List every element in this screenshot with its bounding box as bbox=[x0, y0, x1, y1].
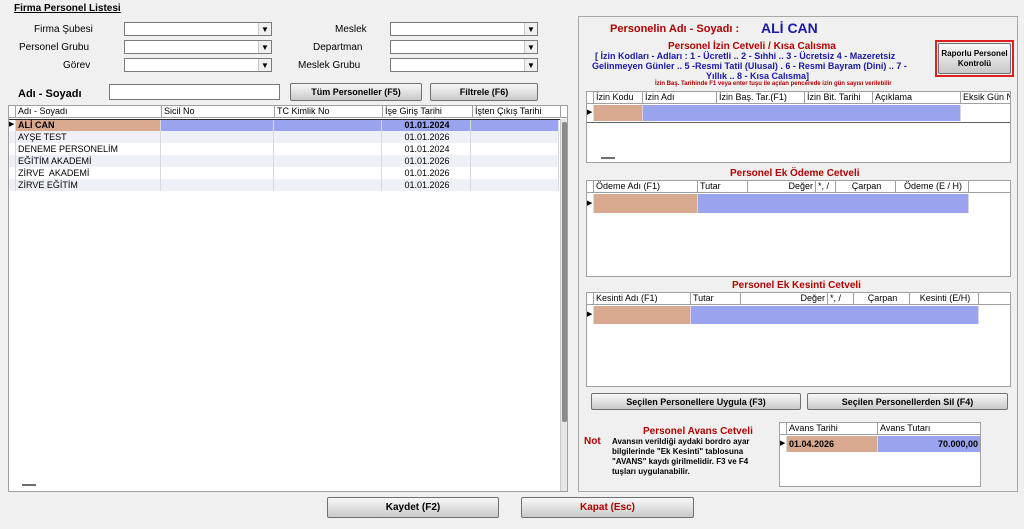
chevron-down-icon[interactable]: ▼ bbox=[258, 23, 271, 35]
odeme-title: Personel Ek Ödeme Cetveli bbox=[730, 168, 860, 179]
filter-button[interactable]: Filtrele (F6) bbox=[430, 83, 538, 101]
row-indicator-icon: ▶ bbox=[9, 119, 16, 131]
rapor-button-highlight: Raporlu Personel Kontrolü bbox=[935, 40, 1014, 77]
chevron-down-icon[interactable]: ▼ bbox=[524, 23, 537, 35]
col-header-tc[interactable]: TC Kimlik No bbox=[275, 106, 383, 117]
row-indicator-icon: ▶ bbox=[587, 306, 594, 324]
kesinti-title: Personel Ek Kesinti Cetveli bbox=[732, 280, 861, 291]
meslek-grubu-combo[interactable]: ▼ bbox=[390, 58, 538, 72]
person-name-value: ALİ CAN bbox=[761, 20, 818, 36]
izin-codes-line3: Yıllık .. 8 - Kısa Calısma] bbox=[706, 71, 810, 81]
meslek-grubu-label: Meslek Grubu bbox=[298, 60, 361, 71]
meslek-label: Meslek bbox=[335, 24, 367, 35]
row-indicator-icon: ▶ bbox=[587, 105, 594, 121]
avans-title: Personel Avans Cetveli bbox=[643, 426, 753, 437]
chevron-down-icon[interactable]: ▼ bbox=[258, 59, 271, 71]
grid-resize-handle[interactable] bbox=[601, 157, 615, 159]
row-indicator-icon: ▶ bbox=[780, 436, 787, 452]
table-row[interactable]: ZİRVE AKADEMİ 01.01.2026 bbox=[9, 167, 559, 179]
avans-not-label: Not bbox=[584, 436, 601, 447]
chevron-down-icon[interactable]: ▼ bbox=[524, 59, 537, 71]
chevron-down-icon[interactable]: ▼ bbox=[524, 41, 537, 53]
name-search-label: Adı - Soyadı bbox=[18, 88, 82, 100]
col-header-giris[interactable]: İşe Giriş Tarihi bbox=[383, 106, 473, 117]
departman-combo[interactable]: ▼ bbox=[390, 40, 538, 54]
gorev-label: Görev bbox=[63, 60, 91, 71]
odeme-grid[interactable]: Ödeme Adı (F1) Tutar Değer *, / Çarpan Ö… bbox=[586, 180, 1011, 277]
table-row[interactable]: DENEME PERSONELİM 01.01.2024 bbox=[9, 143, 559, 155]
table-row[interactable]: ▶ ALİ CAN 01.01.2024 bbox=[9, 119, 559, 131]
name-search-input[interactable] bbox=[109, 84, 280, 100]
izin-codes-line2: Gelinmeyen Günler .. 5 -Resmi Tatil (Ulu… bbox=[592, 61, 907, 71]
avans-note: Avansın verildiği aydaki bordro ayar bil… bbox=[612, 437, 750, 476]
col-header-name[interactable]: Adı - Soyadı bbox=[16, 106, 162, 117]
table-row[interactable]: ZİRVE EĞİTİM 01.01.2026 bbox=[9, 179, 559, 191]
section-title: Firma Personel Listesi bbox=[14, 3, 121, 14]
gorev-combo[interactable]: ▼ bbox=[124, 58, 272, 72]
col-header-sicil[interactable]: Sicil No bbox=[162, 106, 275, 117]
avans-grid[interactable]: Avans Tarihi Avans Tutarı ▶ 01.04.2026 7… bbox=[779, 422, 981, 487]
izin-grid[interactable]: İzin Kodu İzin Adı İzin Baş. Tar.(F1) İz… bbox=[586, 91, 1011, 163]
izin-hint: İzin Baş. Tarihinde F1 veya enter tuşu i… bbox=[655, 81, 892, 87]
all-personnel-button[interactable]: Tüm Personeller (F5) bbox=[290, 83, 422, 101]
close-button[interactable]: Kapat (Esc) bbox=[521, 497, 694, 518]
col-header-cikis[interactable]: İşten Çıkış Tarihi bbox=[473, 106, 561, 117]
table-row[interactable]: ▶ bbox=[587, 306, 979, 324]
rapor-button[interactable]: Raporlu Personel Kontrolü bbox=[938, 43, 1011, 74]
person-name-label: Personelin Adı - Soyadı : bbox=[610, 23, 740, 35]
chevron-down-icon[interactable]: ▼ bbox=[258, 41, 271, 53]
personnel-grid[interactable]: Adı - Soyadı Sicil No TC Kimlik No İşe G… bbox=[8, 105, 568, 492]
row-indicator-icon: ▶ bbox=[587, 194, 594, 213]
table-row[interactable]: ▶ 01.04.2026 70.000,00 bbox=[780, 436, 980, 452]
table-row[interactable]: ▶ bbox=[587, 105, 1010, 121]
grid-focus-line bbox=[9, 119, 561, 120]
personel-grubu-label: Personel Grubu bbox=[19, 42, 90, 53]
firma-subesi-label: Firma Şubesi bbox=[34, 24, 93, 35]
departman-label: Departman bbox=[313, 42, 363, 53]
delete-selected-button[interactable]: Seçilen Personellerden Sil (F4) bbox=[807, 393, 1008, 410]
table-row[interactable]: ▶ bbox=[587, 194, 969, 213]
grid-resize-handle[interactable] bbox=[22, 484, 36, 486]
grid-vertical-scrollbar[interactable] bbox=[560, 119, 567, 491]
table-row[interactable]: EĞİTİM AKADEMİ 01.01.2026 bbox=[9, 155, 559, 167]
izin-codes-line1: [ İzin Kodları - Adları : 1 - Ücretli ..… bbox=[595, 51, 896, 61]
kesinti-grid[interactable]: Kesinti Adı (F1) Tutar Değer *, / Çarpan… bbox=[586, 292, 1011, 387]
save-button[interactable]: Kaydet (F2) bbox=[327, 497, 499, 518]
personel-grubu-combo[interactable]: ▼ bbox=[124, 40, 272, 54]
firma-subesi-combo[interactable]: ▼ bbox=[124, 22, 272, 36]
apply-selected-button[interactable]: Seçilen Personellere Uygula (F3) bbox=[591, 393, 801, 410]
meslek-combo[interactable]: ▼ bbox=[390, 22, 538, 36]
table-row[interactable]: AYŞE TEST 01.01.2026 bbox=[9, 131, 559, 143]
